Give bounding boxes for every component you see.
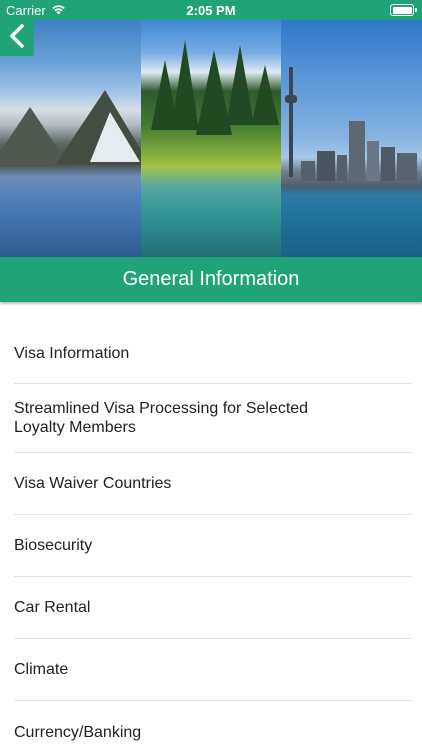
list-item-biosecurity[interactable]: Biosecurity (14, 515, 412, 577)
list-item-label: Streamlined Visa Processing for Selected… (14, 400, 309, 436)
back-button[interactable] (0, 20, 34, 56)
hero-image-city (281, 20, 422, 257)
status-time: 2:05 PM (186, 3, 236, 18)
page-title: General Information (0, 257, 422, 302)
list-item-label: Climate (14, 661, 69, 678)
list-item-currency-banking[interactable]: Currency/Banking (14, 701, 412, 750)
list-item-streamlined-visa[interactable]: Streamlined Visa Processing for Selected… (14, 384, 412, 453)
battery-level (392, 6, 412, 14)
status-bar: Carrier 2:05 PM (0, 0, 422, 20)
chevron-left-icon (9, 23, 25, 53)
list-item-climate[interactable]: Climate (14, 639, 412, 701)
list-item-label: Visa Information (14, 345, 130, 362)
hero-banner (0, 20, 422, 257)
info-list: Visa Information Streamlined Visa Proces… (0, 322, 422, 750)
list-item-label: Currency/Banking (14, 723, 142, 741)
battery-icon (390, 4, 417, 16)
list-item-label: Biosecurity (14, 537, 93, 554)
hero-image-forest (140, 20, 282, 257)
list-item-label: Car Rental (14, 599, 91, 616)
list-item-label: Visa Waiver Countries (14, 475, 172, 492)
list-item-visa-information[interactable]: Visa Information (14, 322, 412, 384)
list-item-visa-waiver[interactable]: Visa Waiver Countries (14, 453, 412, 515)
status-right (390, 4, 417, 16)
list-item-car-rental[interactable]: Car Rental (14, 577, 412, 639)
